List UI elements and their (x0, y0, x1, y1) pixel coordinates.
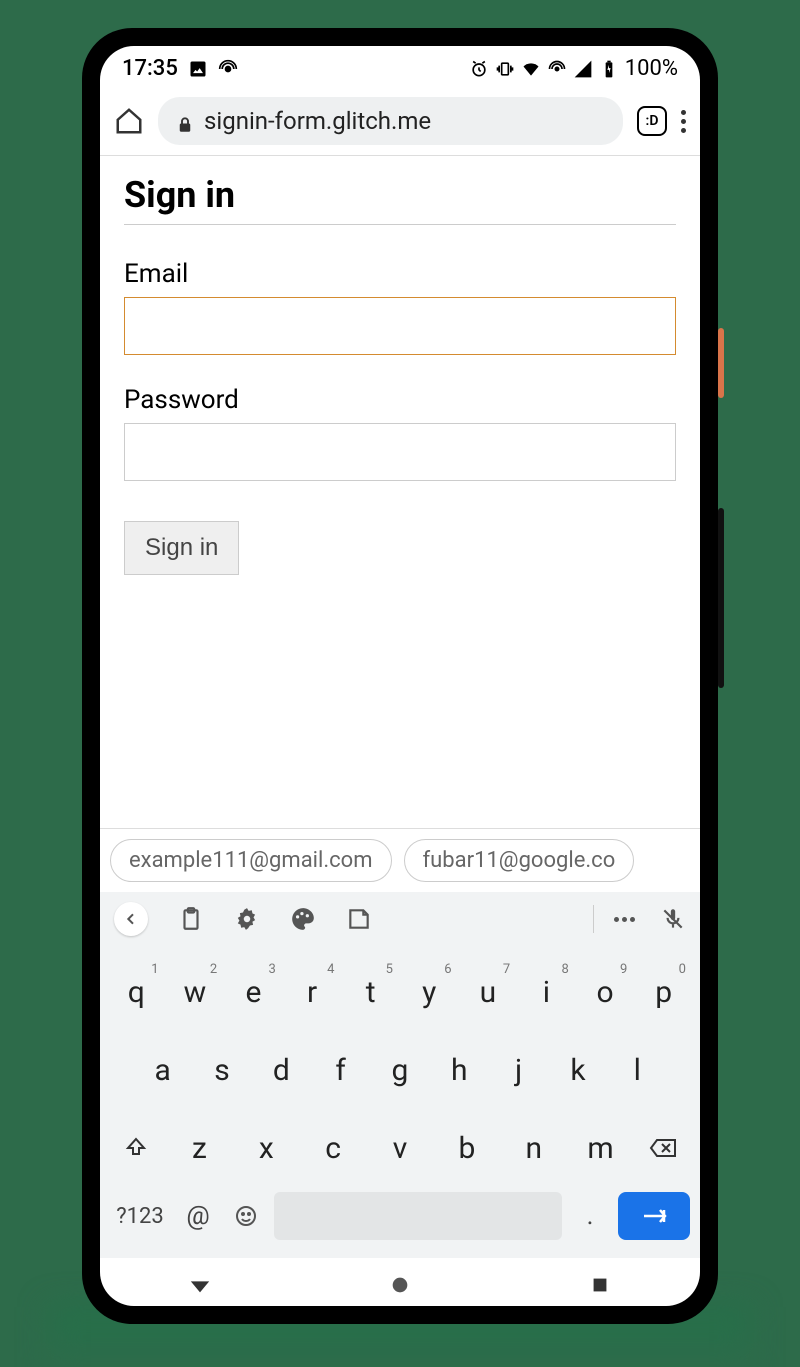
lock-icon (176, 112, 194, 130)
phone-screen: 17:35 (100, 46, 700, 1306)
key-m[interactable]: m (567, 1116, 634, 1180)
signin-button[interactable]: Sign in (124, 521, 239, 575)
mic-off-icon[interactable] (660, 906, 686, 932)
more-dots-icon[interactable] (614, 906, 640, 932)
key-e[interactable]: e3 (225, 960, 282, 1024)
key-t[interactable]: t5 (342, 960, 399, 1024)
email-field[interactable] (124, 297, 676, 355)
gear-icon[interactable] (234, 906, 260, 932)
more-menu-icon[interactable] (681, 110, 686, 133)
key-o[interactable]: o9 (577, 960, 634, 1024)
enter-key[interactable] (618, 1192, 690, 1240)
vibrate-icon (495, 59, 515, 79)
keyboard-toolbar (100, 892, 700, 946)
key-y[interactable]: y6 (401, 960, 458, 1024)
status-bar: 17:35 (100, 46, 700, 87)
sticker-icon[interactable] (346, 906, 372, 932)
symbols-key[interactable]: ?123 (110, 1190, 170, 1242)
palette-icon[interactable] (290, 906, 316, 932)
page-content: Sign in Email Password Sign in (100, 156, 700, 828)
key-p[interactable]: p0 (635, 960, 692, 1024)
period-key[interactable]: . (570, 1190, 610, 1242)
password-label: Password (124, 385, 676, 415)
at-key[interactable]: @ (178, 1190, 218, 1242)
email-label: Email (124, 259, 676, 289)
power-button (718, 328, 724, 398)
shift-key[interactable] (108, 1136, 164, 1160)
password-field[interactable] (124, 423, 676, 481)
nav-home-icon[interactable] (389, 1274, 411, 1296)
suggestion-chip[interactable]: fubar11@google.co (404, 839, 635, 882)
key-w[interactable]: w2 (167, 960, 224, 1024)
keyboard: q1w2e3r4t5y6u7i8o9p0 asdfghjkl zxcvbnm ?… (100, 892, 700, 1258)
key-x[interactable]: x (233, 1116, 300, 1180)
autofill-suggestions: example111@gmail.com fubar11@google.co (100, 828, 700, 892)
key-c[interactable]: c (300, 1116, 367, 1180)
keyboard-collapse-icon[interactable] (114, 902, 148, 936)
system-nav-bar (100, 1258, 700, 1306)
status-time: 17:35 (122, 56, 178, 81)
nav-back-icon[interactable] (189, 1274, 211, 1296)
clipboard-icon[interactable] (178, 906, 204, 932)
key-d[interactable]: d (253, 1038, 310, 1102)
key-a[interactable]: a (134, 1038, 191, 1102)
phone-frame: 17:35 (82, 28, 718, 1324)
battery-icon (599, 59, 619, 79)
volume-button (718, 508, 724, 688)
url-bar[interactable]: signin-form.glitch.me (158, 97, 623, 145)
spacebar-key[interactable] (274, 1192, 562, 1240)
browser-bar: signin-form.glitch.me :D (100, 87, 700, 156)
nav-recent-icon[interactable] (589, 1274, 611, 1296)
image-icon (188, 59, 208, 79)
url-text: signin-form.glitch.me (204, 107, 431, 135)
home-icon[interactable] (114, 106, 144, 136)
battery-percent: 100% (625, 56, 678, 81)
backspace-key[interactable] (636, 1136, 692, 1160)
key-u[interactable]: u7 (460, 960, 517, 1024)
key-r[interactable]: r4 (284, 960, 341, 1024)
hotspot-status-icon (547, 59, 567, 79)
hotspot-icon (218, 59, 238, 79)
key-s[interactable]: s (193, 1038, 250, 1102)
key-q[interactable]: q1 (108, 960, 165, 1024)
key-g[interactable]: g (371, 1038, 428, 1102)
key-f[interactable]: f (312, 1038, 369, 1102)
emoji-key[interactable] (226, 1190, 266, 1242)
alarm-icon (469, 59, 489, 79)
page-title: Sign in (124, 174, 676, 225)
key-l[interactable]: l (609, 1038, 666, 1102)
key-j[interactable]: j (490, 1038, 547, 1102)
signal-icon (573, 59, 593, 79)
key-b[interactable]: b (433, 1116, 500, 1180)
key-z[interactable]: z (166, 1116, 233, 1180)
tab-switcher[interactable]: :D (637, 106, 667, 136)
key-i[interactable]: i8 (518, 960, 575, 1024)
key-n[interactable]: n (500, 1116, 567, 1180)
key-k[interactable]: k (549, 1038, 606, 1102)
key-h[interactable]: h (431, 1038, 488, 1102)
key-v[interactable]: v (367, 1116, 434, 1180)
wifi-icon (521, 59, 541, 79)
suggestion-chip[interactable]: example111@gmail.com (110, 839, 392, 882)
